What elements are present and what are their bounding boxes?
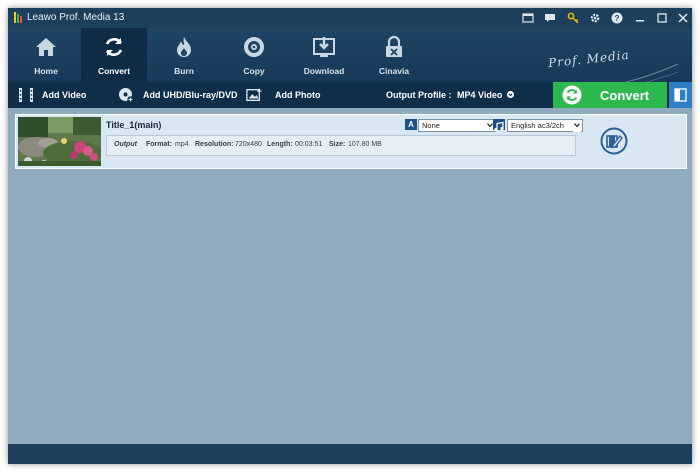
size-value: 107.80 MB bbox=[348, 141, 382, 148]
app-logo-icon bbox=[14, 12, 22, 23]
subtitle-icon: A bbox=[405, 119, 417, 130]
resolution-key: Resolution: bbox=[195, 141, 234, 148]
nav-burn-label: Burn bbox=[174, 66, 194, 76]
minimize-icon[interactable] bbox=[632, 10, 648, 26]
burn-icon bbox=[177, 37, 191, 57]
audio-icon bbox=[493, 119, 505, 132]
format-key: Format: bbox=[146, 141, 173, 148]
nav-download[interactable]: Download bbox=[291, 28, 357, 82]
gear-icon[interactable] bbox=[587, 10, 603, 26]
nav-convert[interactable]: Convert bbox=[81, 28, 147, 82]
svg-text:?: ? bbox=[615, 14, 620, 23]
home-icon bbox=[36, 38, 56, 56]
nav-home[interactable]: Home bbox=[13, 28, 79, 82]
app-window: Leawo Prof. Media 13 ? Home Convert Burn… bbox=[8, 8, 692, 464]
subtitle-select[interactable]: None bbox=[418, 119, 496, 132]
subtitle-value: None bbox=[422, 121, 440, 130]
item-info-bar: Output Format: mp4 Resolution: 720x480 L… bbox=[106, 135, 576, 156]
add-video-button[interactable]: Add Video bbox=[16, 82, 96, 108]
film-icon bbox=[19, 88, 33, 102]
convert-label: Convert bbox=[600, 88, 650, 103]
audio-track-value: English ac3/2ch bbox=[511, 121, 564, 130]
copy-disc-icon bbox=[244, 37, 264, 57]
edit-video-icon[interactable] bbox=[600, 127, 628, 155]
shop-icon[interactable] bbox=[520, 10, 536, 26]
download-icon bbox=[313, 37, 335, 57]
audio-track-select[interactable]: English ac3/2ch bbox=[507, 119, 583, 132]
list-item[interactable]: Title_1(main) Output Format: mp4 Resolut… bbox=[15, 114, 687, 169]
nav-copy-label: Copy bbox=[243, 66, 265, 76]
nav-home-label: Home bbox=[34, 66, 58, 76]
output-profile-selector[interactable]: Output Profile : MP4 Video bbox=[386, 90, 514, 100]
convert-refresh-icon bbox=[562, 85, 582, 105]
sidebar-toggle-button[interactable] bbox=[669, 82, 692, 108]
size-key: Size: bbox=[329, 141, 346, 148]
add-disc-label: Add UHD/Blu-ray/DVD bbox=[143, 90, 238, 100]
chat-icon[interactable] bbox=[542, 10, 558, 26]
chevron-down-icon bbox=[506, 91, 514, 98]
close-icon[interactable] bbox=[675, 10, 691, 26]
cinavia-icon bbox=[386, 35, 402, 57]
nav-convert-label: Convert bbox=[97, 66, 131, 76]
length-value: 00:03:51 bbox=[295, 141, 323, 148]
file-list: Title_1(main) Output Format: mp4 Resolut… bbox=[8, 108, 692, 444]
title-bar: Leawo Prof. Media 13 ? bbox=[8, 8, 692, 28]
convert-icon bbox=[105, 38, 123, 56]
item-title: Title_1(main) bbox=[106, 120, 162, 130]
add-disc-icon bbox=[119, 88, 134, 103]
help-icon[interactable]: ? bbox=[609, 10, 625, 26]
resolution-value: 720x480 bbox=[235, 141, 262, 148]
format-value: mp4 bbox=[175, 141, 189, 148]
output-profile-value: MP4 Video bbox=[457, 90, 503, 100]
chevron-down-icon bbox=[573, 120, 581, 132]
convert-button[interactable]: Convert bbox=[553, 82, 667, 108]
maximize-icon[interactable] bbox=[654, 10, 670, 26]
add-photo-label: Add Photo bbox=[275, 90, 321, 100]
nav-cinavia-label: Cinavia bbox=[378, 66, 410, 76]
length-key: Length: bbox=[267, 141, 293, 148]
nav-cinavia[interactable]: Cinavia bbox=[361, 28, 427, 82]
add-photo-icon bbox=[246, 88, 262, 101]
nav-copy[interactable]: Copy bbox=[221, 28, 287, 82]
output-label: Output bbox=[114, 141, 137, 148]
panel-toggle-icon bbox=[674, 88, 687, 102]
add-disc-button[interactable]: Add UHD/Blu-ray/DVD bbox=[116, 82, 238, 108]
nav-burn[interactable]: Burn bbox=[151, 28, 217, 82]
add-photo-button[interactable]: Add Photo bbox=[245, 82, 325, 108]
add-video-label: Add Video bbox=[42, 90, 87, 100]
window-title: Leawo Prof. Media 13 bbox=[27, 12, 125, 23]
status-bar bbox=[8, 444, 692, 464]
key-icon[interactable] bbox=[565, 10, 581, 26]
main-nav: Home Convert Burn Copy Download Cinavia … bbox=[8, 28, 692, 99]
output-profile-label: Output Profile : bbox=[386, 90, 452, 100]
video-thumbnail bbox=[18, 117, 101, 166]
nav-download-label: Download bbox=[303, 66, 345, 76]
